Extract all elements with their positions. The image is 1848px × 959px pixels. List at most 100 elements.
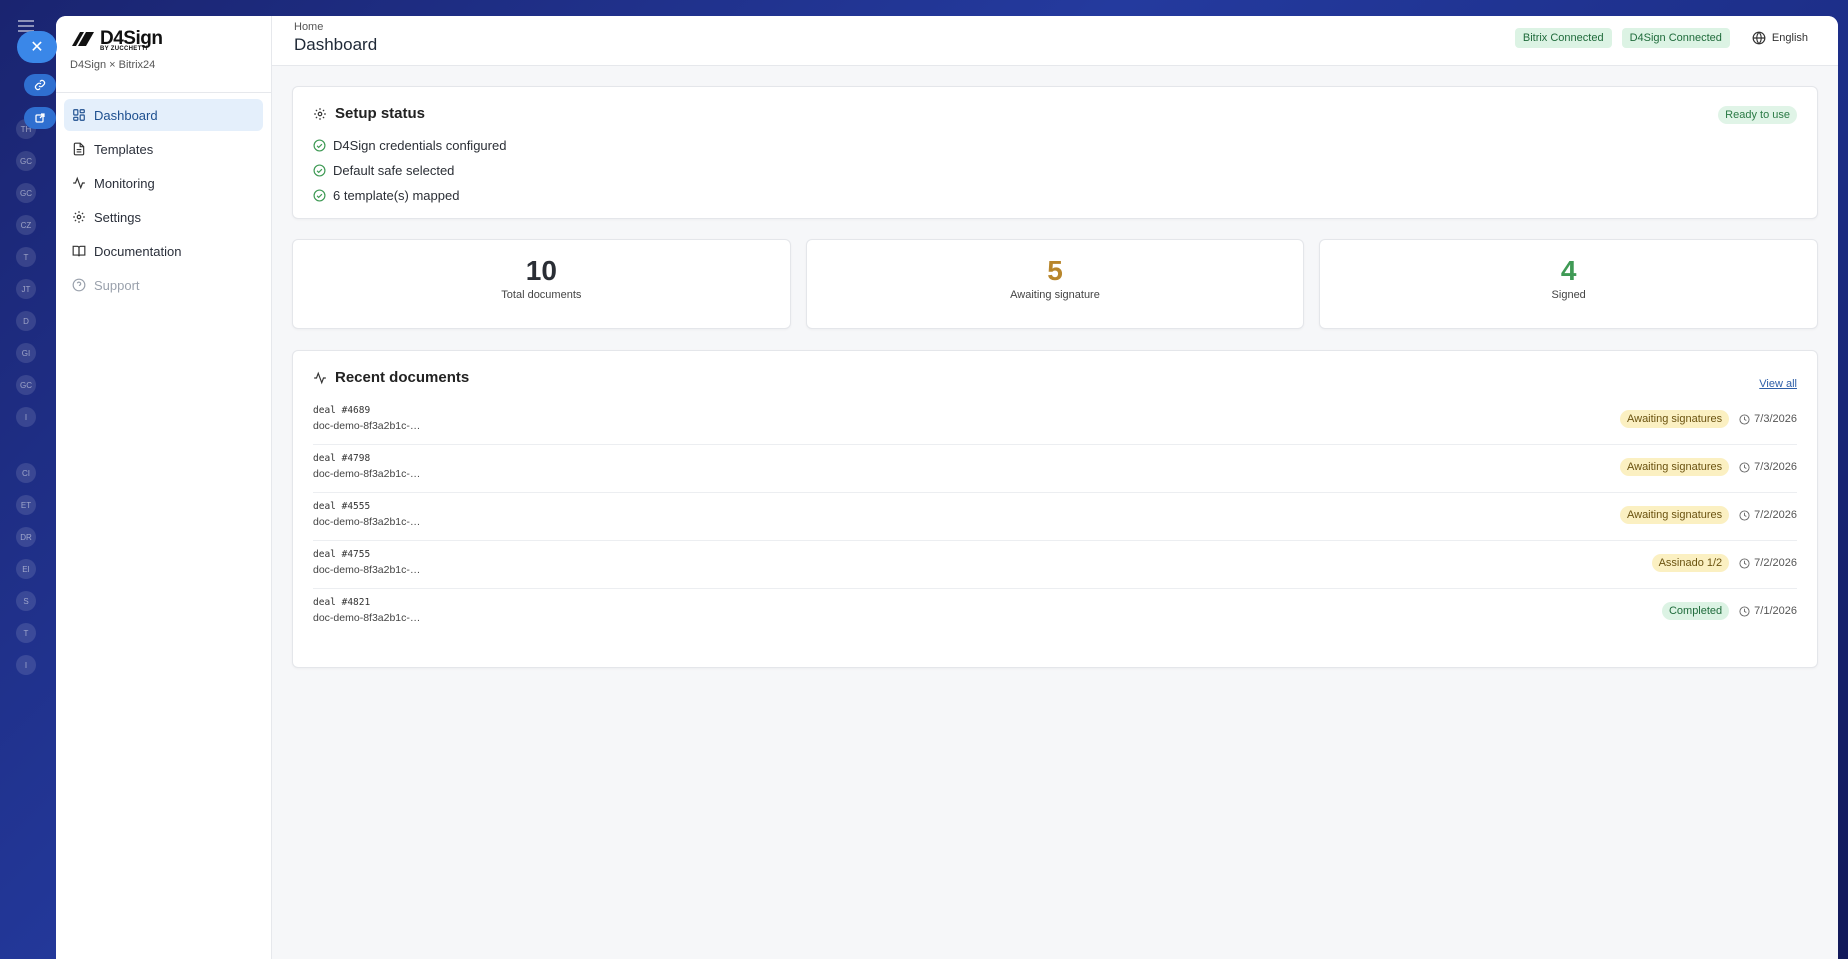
document-id: doc-demo-8f3a2b1c-… — [313, 516, 421, 528]
setup-status-title: Setup status — [313, 105, 1797, 122]
activity-icon — [73, 176, 85, 190]
top-bar: Home Dashboard Bitrix Connected D4Sign C… — [272, 16, 1838, 66]
sidebar-item-templates[interactable]: Templates — [64, 133, 263, 165]
sidebar-item-documentation[interactable]: Documentation — [64, 235, 263, 267]
background-rail-item: DR — [16, 527, 36, 547]
row-meta: Assinado 1/2 7/2/2026 — [1651, 554, 1797, 572]
recent-documents-title-text: Recent documents — [335, 369, 470, 386]
brand: D4Sign BY ZUCCHETTI D4Sign × Bitrix24 — [56, 16, 271, 93]
table-row[interactable]: deal #4689 doc-demo-8f3a2b1c-… Awaiting si… — [313, 397, 1797, 445]
sidebar: D4Sign BY ZUCCHETTI D4Sign × Bitrix24 Da… — [56, 16, 272, 959]
row-date: 7/1/2026 — [1739, 605, 1797, 617]
connection-status-group: Bitrix Connected D4Sign Connected Englis… — [1514, 28, 1808, 48]
book-icon — [72, 245, 86, 257]
stat-card-total: 10 Total documents — [292, 239, 791, 329]
background-rail-item: D — [16, 311, 36, 331]
table-row[interactable]: deal #4755 doc-demo-8f3a2b1c-… Assinado 1/… — [313, 541, 1797, 589]
background-rail-item: ET — [16, 495, 36, 515]
language-label: English — [1771, 32, 1808, 44]
background-rail-item: GC — [16, 183, 36, 203]
checklist-item: Default safe selected — [313, 158, 1797, 183]
ready-badge: Ready to use — [1718, 106, 1797, 124]
sidebar-item-label: Settings — [94, 209, 141, 225]
stat-value: 5 — [1047, 255, 1063, 286]
status-badge: Awaiting signatures — [1619, 458, 1730, 476]
gear-icon — [73, 211, 85, 223]
checklist-item-label: Default safe selected — [333, 163, 455, 178]
background-rail-item: I — [16, 655, 36, 675]
sidebar-item-dashboard[interactable]: Dashboard — [64, 99, 263, 131]
deal-id: deal #4555 — [313, 501, 371, 512]
table-row[interactable]: deal #4555 doc-demo-8f3a2b1c-… Awaiting si… — [313, 493, 1797, 541]
sidebar-item-settings[interactable]: Settings — [64, 201, 263, 233]
row-date: 7/3/2026 — [1739, 413, 1797, 425]
stat-label: Signed — [1551, 289, 1586, 301]
stat-label: Total documents — [501, 289, 582, 301]
background-rail-item: S — [16, 591, 36, 611]
dashboard-icon — [73, 109, 85, 121]
date-text: 7/2/2026 — [1754, 557, 1797, 569]
clock-icon — [1739, 557, 1750, 569]
table-row[interactable]: deal #4821 doc-demo-8f3a2b1c-… Completed 7/… — [313, 589, 1797, 637]
deal-id: deal #4798 — [313, 453, 371, 464]
stat-value: 10 — [525, 255, 557, 286]
app-slider-window: D4Sign BY ZUCCHETTI D4Sign × Bitrix24 Da… — [56, 16, 1838, 959]
sidebar-item-label: Support — [94, 277, 140, 293]
background-rail-item: EI — [16, 559, 36, 579]
deal-id: deal #4821 — [313, 597, 371, 608]
sidebar-item-label: Templates — [94, 141, 154, 157]
check-circle-icon — [313, 139, 326, 152]
setup-status-card: Setup status Ready to use D4Sign credent… — [292, 86, 1818, 219]
sidebar-item-monitoring[interactable]: Monitoring — [64, 167, 263, 199]
main-area: Home Dashboard Bitrix Connected D4Sign C… — [272, 16, 1838, 959]
document-id: doc-demo-8f3a2b1c-… — [313, 420, 421, 432]
sidebar-nav: Dashboard Templates Monitoring Settings … — [56, 93, 271, 309]
stats-row: 10 Total documents 5 Awaiting signature … — [292, 239, 1819, 329]
checklist-item-label: 6 template(s) mapped — [333, 188, 460, 203]
brand-caption: D4Sign × Bitrix24 — [70, 59, 156, 71]
sidebar-item-support[interactable]: Support — [64, 269, 263, 301]
globe-icon — [1752, 31, 1766, 45]
background-rail-item: JT — [16, 279, 36, 299]
document-id: doc-demo-8f3a2b1c-… — [313, 564, 421, 576]
stat-label: Awaiting signature — [1010, 289, 1100, 301]
status-badge: Completed — [1661, 602, 1730, 620]
background-rail-item: T — [16, 247, 36, 267]
background-rail-item: GC — [16, 151, 36, 171]
row-meta: Awaiting signatures 7/3/2026 — [1619, 458, 1797, 476]
stat-card-signed: 4 Signed — [1319, 239, 1819, 329]
setup-checklist: D4Sign credentials configured Default sa… — [313, 133, 1797, 208]
status-badge: Awaiting signatures — [1619, 410, 1730, 428]
sidebar-item-label: Monitoring — [94, 175, 155, 191]
background-rail-item: T — [16, 623, 36, 643]
check-circle-icon — [313, 189, 326, 202]
row-meta: Completed 7/1/2026 — [1661, 602, 1797, 620]
checklist-item: D4Sign credentials configured — [313, 133, 1797, 158]
logo-subtitle: BY ZUCCHETTI — [100, 46, 148, 52]
language-selector[interactable]: English — [1752, 31, 1808, 45]
date-text: 7/1/2026 — [1754, 605, 1797, 617]
document-id: doc-demo-8f3a2b1c-… — [313, 612, 421, 624]
open-external-icon[interactable] — [24, 107, 56, 129]
deal-id: deal #4755 — [313, 549, 371, 560]
background-rail-item: CZ — [16, 215, 36, 235]
row-date: 7/2/2026 — [1739, 557, 1797, 569]
link-icon[interactable] — [24, 74, 56, 96]
check-circle-icon — [313, 164, 326, 177]
d4sign-status-badge: D4Sign Connected — [1621, 28, 1730, 48]
dashboard-content: Setup status Ready to use D4Sign credent… — [272, 66, 1838, 688]
row-meta: Awaiting signatures 7/2/2026 — [1619, 506, 1797, 524]
background-rail-item: I — [16, 407, 36, 427]
view-all-link[interactable]: View all — [1759, 378, 1797, 390]
gear-icon — [314, 107, 326, 120]
date-text: 7/3/2026 — [1754, 413, 1797, 425]
table-row[interactable]: deal #4798 doc-demo-8f3a2b1c-… Awaiting si… — [313, 445, 1797, 493]
checklist-item-label: D4Sign credentials configured — [333, 138, 507, 153]
background-rail-item: GC — [16, 375, 36, 395]
checklist-item: 6 template(s) mapped — [313, 183, 1797, 208]
close-slider-button[interactable]: ✕ — [17, 31, 57, 63]
recent-documents-list: deal #4689 doc-demo-8f3a2b1c-… Awaiting si… — [313, 397, 1797, 637]
sidebar-item-label: Dashboard — [94, 107, 158, 123]
clock-icon — [1739, 605, 1750, 617]
stat-card-awaiting: 5 Awaiting signature — [805, 239, 1305, 329]
